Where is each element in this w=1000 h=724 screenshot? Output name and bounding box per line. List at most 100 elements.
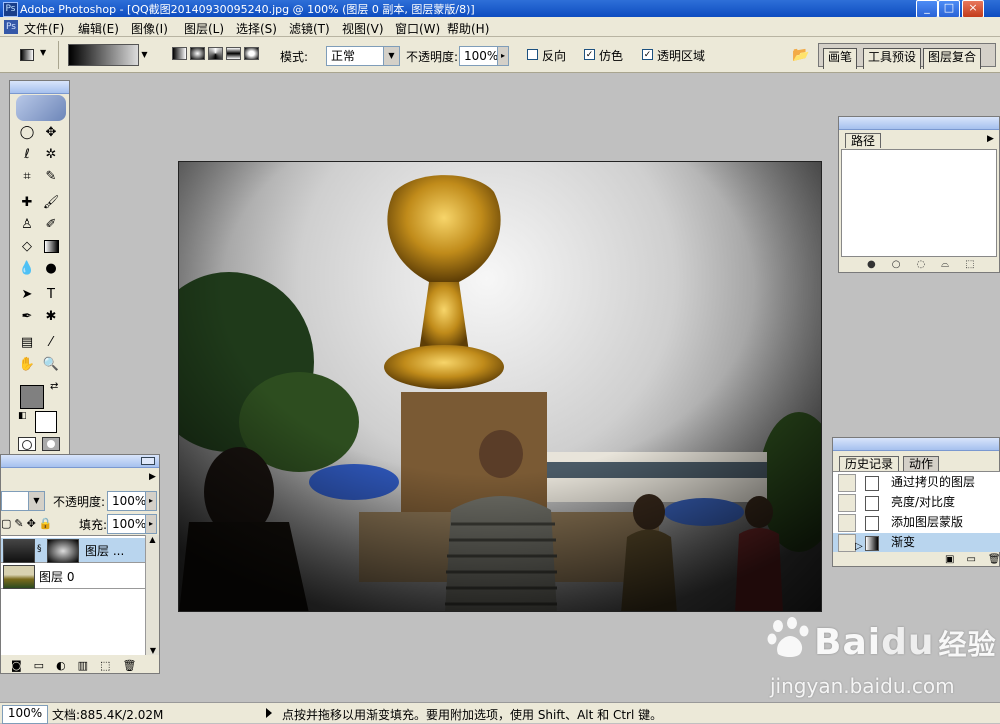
history-item[interactable]: 亮度/对比度 bbox=[833, 493, 1000, 512]
opacity-slider-icon[interactable]: ▸ bbox=[497, 47, 508, 65]
tab-paths[interactable]: 路径 bbox=[845, 133, 882, 148]
link-icon[interactable]: § bbox=[37, 544, 42, 554]
layer-row[interactable]: § 图层 ... bbox=[1, 538, 145, 563]
magic-wand-icon[interactable]: ✲ bbox=[40, 145, 62, 165]
menu-filter[interactable]: 滤镜(T) bbox=[289, 20, 330, 37]
document-size[interactable]: 文档:885.4K/2.02M bbox=[52, 706, 163, 723]
tool-preset-picker[interactable]: ▼ bbox=[18, 46, 48, 66]
menu-view[interactable]: 视图(V) bbox=[342, 20, 384, 37]
paths-footer-icons[interactable]: ●○◌⌓⬚ bbox=[867, 259, 991, 270]
layer-name[interactable]: 图层 ... bbox=[85, 542, 124, 559]
minimize-panel-icon[interactable] bbox=[141, 457, 155, 465]
panel-menu-icon[interactable]: ▶ bbox=[149, 472, 156, 482]
tab-brushes[interactable]: 画笔 bbox=[823, 48, 858, 69]
document-canvas[interactable] bbox=[178, 161, 822, 612]
layers-scrollbar[interactable]: ▲ ▼ bbox=[145, 535, 159, 655]
lock-icons[interactable]: ▢✎✥🔒 bbox=[1, 517, 56, 530]
dodge-tool-icon[interactable]: ● bbox=[40, 259, 62, 279]
menu-edit[interactable]: 编辑(E) bbox=[78, 20, 119, 37]
mode-select[interactable]: 正常 ▼ bbox=[326, 46, 400, 66]
default-colors-icon[interactable]: ◧ bbox=[18, 411, 27, 421]
crop-tool-icon[interactable]: ⌗ bbox=[16, 167, 38, 187]
gradient-tool-icon[interactable] bbox=[40, 237, 62, 257]
feather-logo-icon[interactable] bbox=[16, 95, 66, 121]
linear-gradient-button[interactable] bbox=[172, 47, 187, 60]
layer-mask-thumbnail[interactable] bbox=[47, 539, 79, 563]
blend-mode-select[interactable]: ▼ bbox=[1, 491, 45, 511]
menu-help[interactable]: 帮助(H) bbox=[447, 20, 489, 37]
history-panel-header[interactable] bbox=[833, 438, 999, 451]
history-snapshot-box[interactable] bbox=[838, 474, 856, 492]
dither-checkbox[interactable]: ✓ bbox=[584, 49, 595, 60]
history-item-active[interactable]: ▷ 渐变 bbox=[833, 533, 1000, 552]
menu-select[interactable]: 选择(S) bbox=[236, 20, 277, 37]
swap-colors-icon[interactable]: ⇄ bbox=[50, 381, 58, 392]
transparency-checkbox[interactable]: ✓ bbox=[642, 49, 653, 60]
history-brush-icon[interactable]: ✐ bbox=[40, 215, 62, 235]
paths-panel-header[interactable] bbox=[839, 117, 999, 130]
fill-slider-icon[interactable]: ▸ bbox=[145, 515, 156, 533]
layer-row[interactable]: 图层 0 bbox=[1, 564, 145, 589]
photoshop-logo-icon: Ps bbox=[3, 2, 18, 17]
close-button[interactable]: × bbox=[962, 0, 984, 18]
history-snapshot-box[interactable] bbox=[838, 514, 856, 532]
tab-layer-comps[interactable]: 图层复合 bbox=[923, 48, 982, 69]
layer-name[interactable]: 图层 0 bbox=[39, 568, 74, 585]
angle-gradient-button[interactable] bbox=[208, 47, 223, 60]
menu-layer[interactable]: 图层(L) bbox=[184, 20, 224, 37]
brush-tool-icon[interactable]: 🖌 bbox=[40, 193, 62, 213]
layers-footer-icons[interactable]: ◙▭◐▥⬚🗑 bbox=[11, 659, 151, 672]
clone-stamp-icon[interactable]: ♙ bbox=[16, 215, 38, 235]
restore-button[interactable]: □ bbox=[938, 0, 960, 18]
menu-window[interactable]: 窗口(W) bbox=[395, 20, 440, 37]
standard-mode-icon[interactable] bbox=[18, 437, 36, 451]
opacity-input[interactable]: 100% ▸ bbox=[459, 46, 509, 66]
menu-file[interactable]: 文件(F) bbox=[24, 20, 64, 37]
blur-tool-icon[interactable]: 💧 bbox=[16, 259, 38, 279]
reverse-checkbox[interactable] bbox=[527, 49, 538, 60]
reflected-gradient-button[interactable] bbox=[226, 47, 241, 60]
hand-tool-icon[interactable]: ✋ bbox=[16, 355, 38, 375]
quick-mask-icon[interactable] bbox=[42, 437, 60, 451]
slice-tool-icon[interactable]: ✎ bbox=[40, 167, 62, 187]
lasso-tool-icon[interactable]: ℓ bbox=[16, 145, 38, 165]
custom-shape-icon[interactable]: ✱ bbox=[40, 307, 62, 327]
diamond-gradient-button[interactable] bbox=[244, 47, 259, 60]
zoom-tool-icon[interactable]: 🔍 bbox=[40, 355, 62, 375]
eraser-tool-icon[interactable]: ◇ bbox=[16, 237, 38, 257]
panel-menu-icon[interactable]: ▶ bbox=[987, 134, 994, 144]
history-step-icon bbox=[865, 476, 879, 491]
paths-panel: 路径 ▶ ●○◌⌓⬚ bbox=[838, 116, 1000, 273]
gradient-dropdown-button[interactable]: ▼ bbox=[138, 44, 150, 66]
pen-tool-icon[interactable]: ✒ bbox=[16, 307, 38, 327]
fill-input[interactable]: 100% ▸ bbox=[107, 514, 157, 534]
notes-tool-icon[interactable]: ▤ bbox=[16, 333, 38, 353]
opacity-slider-icon[interactable]: ▸ bbox=[145, 492, 156, 510]
background-color-swatch[interactable] bbox=[35, 411, 57, 433]
move-tool-icon[interactable]: ✥ bbox=[40, 123, 62, 143]
tab-actions[interactable]: 动作 bbox=[903, 456, 940, 471]
path-selection-icon[interactable]: ➤ bbox=[16, 285, 38, 305]
history-item[interactable]: 添加图层蒙版 bbox=[833, 513, 1000, 532]
app-menu-icon[interactable]: Ps bbox=[4, 20, 18, 34]
layers-panel-header[interactable] bbox=[1, 455, 159, 468]
minimize-button[interactable]: _ bbox=[916, 0, 938, 18]
history-snapshot-box[interactable] bbox=[838, 494, 856, 512]
file-browser-icon[interactable]: 📂 bbox=[792, 47, 810, 63]
menu-image[interactable]: 图像(I) bbox=[131, 20, 168, 37]
healing-brush-icon[interactable]: ✚ bbox=[16, 193, 38, 213]
history-snapshot-box[interactable] bbox=[838, 534, 856, 552]
foreground-color-swatch[interactable] bbox=[20, 385, 44, 409]
history-item[interactable]: 通过拷贝的图层 bbox=[833, 473, 1000, 492]
layer-opacity-input[interactable]: 100% ▸ bbox=[107, 491, 157, 511]
history-footer-icons[interactable]: ▣▭🗑 bbox=[945, 554, 1000, 565]
eyedropper-icon[interactable]: ⁄ bbox=[40, 333, 62, 353]
type-tool-icon[interactable]: T bbox=[40, 285, 62, 305]
tab-history[interactable]: 历史记录 bbox=[839, 456, 900, 471]
radial-gradient-button[interactable] bbox=[190, 47, 205, 60]
status-menu-arrow-icon[interactable] bbox=[266, 708, 272, 718]
zoom-level-field[interactable]: 100% bbox=[2, 705, 48, 724]
elliptical-marquee-icon[interactable]: ◯ bbox=[16, 123, 38, 143]
toolbox-header[interactable] bbox=[10, 81, 69, 94]
tab-tool-presets[interactable]: 工具预设 bbox=[863, 48, 922, 69]
